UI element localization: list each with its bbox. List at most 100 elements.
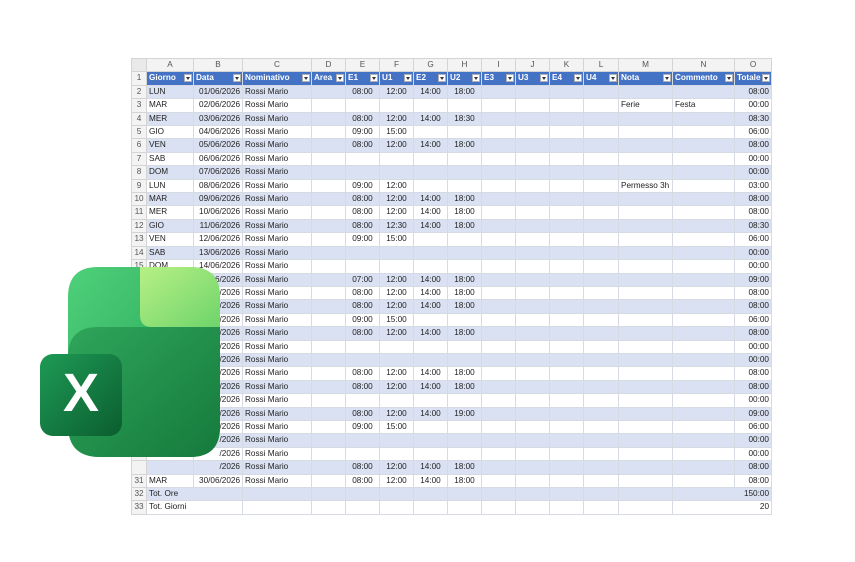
cell-g[interactable]: MAR [146, 473, 194, 489]
cell-e4[interactable] [549, 192, 584, 207]
cell-u3[interactable] [515, 352, 550, 368]
cell-e4[interactable] [549, 259, 584, 274]
cell-nota[interactable] [618, 151, 673, 167]
cell-d[interactable]: /2026 [193, 460, 243, 475]
cell-e4[interactable] [549, 218, 584, 234]
cell-e2[interactable] [413, 178, 448, 194]
cell-empty[interactable] [515, 500, 550, 515]
cell-com[interactable] [672, 84, 735, 100]
cell-e4[interactable] [549, 285, 584, 301]
cell-e4[interactable] [549, 312, 584, 328]
cell-e1[interactable]: 08:00 [345, 473, 380, 489]
cell-u2[interactable]: 18:00 [447, 326, 482, 341]
cell-u2[interactable]: 19:00 [447, 406, 482, 421]
cell-g[interactable]: VEN [146, 138, 194, 153]
cell-u2[interactable] [447, 165, 482, 180]
cell-tot[interactable]: 08:30 [734, 111, 772, 127]
cell-e4[interactable] [549, 205, 584, 220]
cell-e3[interactable] [481, 393, 516, 408]
cell-area[interactable] [311, 125, 346, 140]
cell-empty[interactable] [618, 500, 673, 515]
cell-area[interactable] [311, 111, 346, 127]
cell-u2[interactable]: 18:00 [447, 205, 482, 220]
cell-u1[interactable]: 12:00 [379, 406, 414, 421]
cell-e2[interactable]: 14:00 [413, 379, 448, 395]
cell-d[interactable]: 02/06/2026 [193, 98, 243, 113]
cell-name[interactable]: Rossi Mario [242, 218, 312, 234]
cell-u4[interactable] [583, 446, 619, 462]
cell-e4[interactable] [549, 111, 584, 127]
cell-u2[interactable]: 18:00 [447, 218, 482, 234]
row-number[interactable]: 31 [131, 473, 147, 489]
cell-e4[interactable] [549, 98, 584, 113]
cell-com[interactable] [672, 232, 735, 247]
cell-u3[interactable] [515, 192, 550, 207]
cell-e3[interactable] [481, 178, 516, 194]
cell-area[interactable] [311, 232, 346, 247]
cell-u4[interactable] [583, 111, 619, 127]
cell-u4[interactable] [583, 151, 619, 167]
cell-nota[interactable] [618, 406, 673, 421]
cell-e4[interactable] [549, 379, 584, 395]
cell-e2[interactable] [413, 98, 448, 113]
cell-name[interactable]: Rossi Mario [242, 111, 312, 127]
cell-u4[interactable] [583, 366, 619, 381]
cell-com[interactable] [672, 366, 735, 381]
cell-e3[interactable] [481, 366, 516, 381]
cell-nota[interactable] [618, 366, 673, 381]
cell-d[interactable]: 07/06/2026 [193, 165, 243, 180]
cell-area[interactable] [311, 446, 346, 462]
row-number[interactable]: 10 [131, 192, 147, 207]
cell-u1[interactable] [379, 433, 414, 448]
cell-nota[interactable] [618, 393, 673, 408]
cell-e1[interactable]: 08:00 [345, 84, 380, 100]
cell-u1[interactable]: 15:00 [379, 312, 414, 328]
cell-nota[interactable] [618, 111, 673, 127]
row-number[interactable]: 13 [131, 232, 147, 247]
cell-g[interactable]: GIO [146, 218, 194, 234]
cell-u4[interactable] [583, 125, 619, 140]
cell-tot[interactable]: 06:00 [734, 125, 772, 140]
cell-com[interactable] [672, 245, 735, 261]
row-number[interactable] [131, 460, 147, 475]
cell-e3[interactable] [481, 165, 516, 180]
cell-e3[interactable] [481, 312, 516, 328]
row-number[interactable]: 7 [131, 151, 147, 167]
cell-tot[interactable]: 08:00 [734, 460, 772, 475]
cell-e1[interactable]: 08:00 [345, 138, 380, 153]
header-commento[interactable]: Commento [672, 71, 735, 86]
cell-u3[interactable] [515, 138, 550, 153]
cell-empty[interactable] [549, 486, 584, 502]
cell-tot[interactable]: 09:00 [734, 406, 772, 421]
header-e3[interactable]: E3 [481, 71, 516, 86]
cell-nota[interactable] [618, 299, 673, 314]
cell-tot[interactable]: 08:00 [734, 473, 772, 489]
cell-tot[interactable]: 00:00 [734, 165, 772, 180]
cell-e2[interactable]: 14:00 [413, 473, 448, 489]
cell-u1[interactable] [379, 165, 414, 180]
column-header-g[interactable]: G [413, 57, 448, 73]
cell-name[interactable]: Rossi Mario [242, 433, 312, 448]
cell-empty[interactable] [481, 486, 516, 502]
cell-e3[interactable] [481, 125, 516, 140]
row-number[interactable]: 12 [131, 218, 147, 234]
cell-e1[interactable]: 08:00 [345, 379, 380, 395]
cell-u2[interactable]: 18:00 [447, 138, 482, 153]
cell-nota[interactable] [618, 205, 673, 220]
cell-u4[interactable] [583, 299, 619, 314]
cell-e3[interactable] [481, 245, 516, 261]
cell-e2[interactable]: 14:00 [413, 285, 448, 301]
cell-com[interactable] [672, 339, 735, 354]
filter-dropdown-icon[interactable] [404, 74, 412, 83]
cell-u2[interactable] [447, 178, 482, 194]
cell-name[interactable]: Rossi Mario [242, 259, 312, 274]
header-area[interactable]: Area [311, 71, 346, 86]
filter-dropdown-icon[interactable] [574, 74, 582, 83]
cell-name[interactable]: Rossi Mario [242, 393, 312, 408]
cell-name[interactable]: Rossi Mario [242, 312, 312, 328]
filter-dropdown-icon[interactable] [540, 74, 548, 83]
cell-com[interactable] [672, 138, 735, 153]
header-giorno[interactable]: Giorno [146, 71, 194, 86]
cell-u1[interactable]: 12:00 [379, 285, 414, 301]
cell-e3[interactable] [481, 192, 516, 207]
